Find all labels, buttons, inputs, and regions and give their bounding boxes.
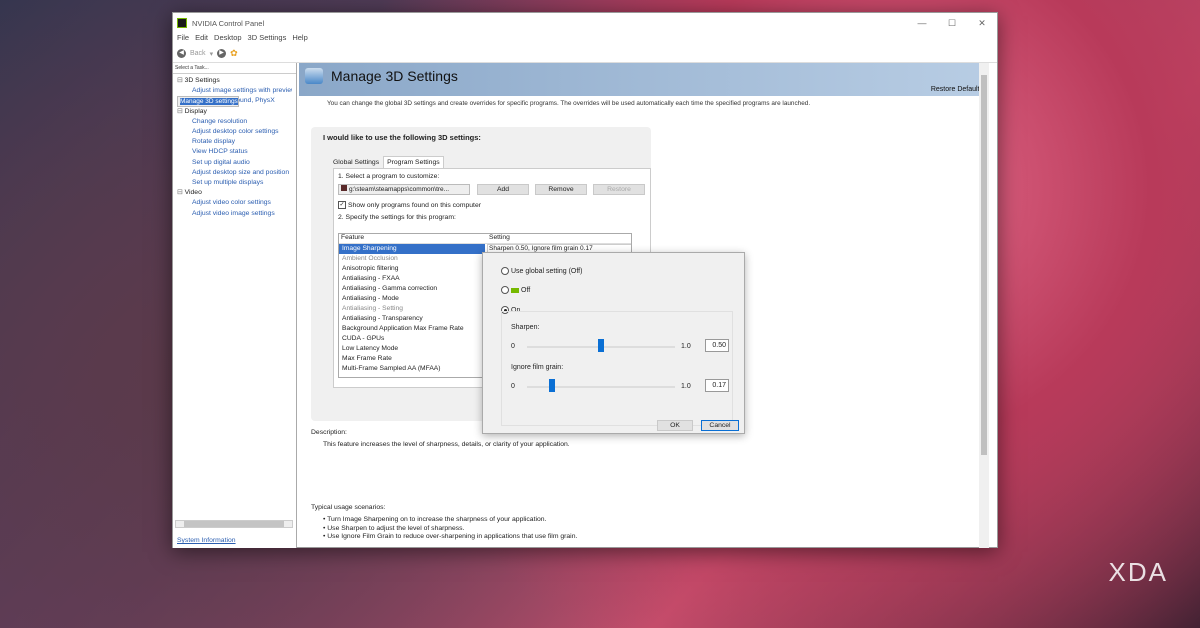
- menu-desktop[interactable]: Desktop: [214, 33, 242, 45]
- back-button[interactable]: Back: [190, 50, 206, 57]
- sidebar-item[interactable]: Adjust video color settings: [177, 198, 292, 208]
- sidebar-item[interactable]: Adjust image settings with preview: [177, 86, 292, 96]
- use-global-label: Use global setting (Off): [511, 267, 583, 275]
- grain-value-input[interactable]: 0.17: [705, 379, 729, 392]
- program-select-value: g:\steam\steamapps\common\tre...: [349, 186, 450, 193]
- program-icon: [341, 185, 347, 191]
- sharpen-min: 0: [511, 343, 515, 350]
- add-button[interactable]: Add: [477, 184, 529, 195]
- description-text: This feature increases the level of shar…: [323, 441, 570, 448]
- program-select[interactable]: g:\steam\steamapps\common\tre...: [338, 184, 470, 195]
- page-intro: You can change the global 3D settings an…: [327, 100, 811, 107]
- title-bar: NVIDIA Control Panel — ☐ ✕: [173, 13, 997, 33]
- nvidia-icon: [511, 287, 519, 293]
- sidebar-item[interactable]: Rotate display: [177, 137, 292, 147]
- system-information-link[interactable]: System Information: [177, 537, 236, 544]
- restore-defaults-link[interactable]: Restore Defaults: [931, 86, 983, 93]
- sharpen-max: 1.0: [681, 343, 691, 350]
- menu-file[interactable]: File: [177, 33, 189, 45]
- window-title: NVIDIA Control Panel: [192, 18, 265, 28]
- restore-button[interactable]: Restore: [593, 184, 645, 195]
- sidebar-item-label: Manage 3D settings: [180, 98, 238, 106]
- tree-group-display[interactable]: Display: [177, 107, 292, 117]
- close-button[interactable]: ✕: [967, 18, 997, 29]
- nvidia-logo-icon: [177, 18, 187, 28]
- minimize-button[interactable]: —: [907, 18, 937, 29]
- usage-label: Typical usage scenarios:: [311, 504, 386, 511]
- back-arrow-icon[interactable]: ◀: [177, 49, 186, 58]
- usage-item: • Use Sharpen to adjust the level of sha…: [323, 524, 465, 532]
- page-title: Manage 3D Settings: [331, 68, 458, 84]
- chevron-down-icon[interactable]: ▾: [210, 50, 214, 58]
- show-only-checkbox[interactable]: ✓: [338, 201, 346, 209]
- menu-edit[interactable]: Edit: [195, 33, 208, 45]
- list-item[interactable]: Image Sharpening: [339, 244, 485, 254]
- sharpen-value-input[interactable]: 0.50: [705, 339, 729, 352]
- sidebar-item[interactable]: Set up digital audio: [177, 158, 292, 168]
- sidebar-horizontal-scrollbar[interactable]: [175, 520, 293, 528]
- menu-3d-settings[interactable]: 3D Settings: [248, 33, 287, 45]
- tree-group-3d-settings[interactable]: 3D Settings: [177, 76, 292, 86]
- setting-dropdown-value: Sharpen 0.50, Ignore film grain 0.17: [489, 245, 593, 252]
- step2-label: 2. Specify the settings for this program…: [338, 214, 456, 221]
- step1-label: 1. Select a program to customize:: [338, 173, 440, 180]
- ok-button[interactable]: OK: [657, 420, 693, 431]
- off-label: Off: [521, 286, 531, 294]
- sidebar-item[interactable]: Change resolution: [177, 117, 292, 127]
- toolbar: ◀ Back ▾ ▶ ✿: [173, 45, 997, 63]
- sidebar-item[interactable]: View HDCP status: [177, 147, 292, 157]
- home-icon[interactable]: ✿: [230, 48, 238, 59]
- page-header: Manage 3D Settings Restore Defaults: [299, 63, 989, 96]
- off-radio[interactable]: [501, 286, 509, 294]
- grain-label: Ignore film grain:: [511, 364, 564, 371]
- show-only-label: Show only programs found on this compute…: [348, 201, 481, 209]
- sidebar-item[interactable]: Adjust video image settings: [177, 209, 292, 219]
- image-sharpening-popup: Use global setting (Off) Off On Sharpen:…: [482, 252, 745, 434]
- sidebar-header: Select a Task...: [173, 63, 296, 74]
- grain-min: 0: [511, 383, 515, 390]
- main-vertical-scrollbar[interactable]: [979, 63, 989, 548]
- sidebar-item[interactable]: Adjust desktop size and position: [177, 168, 292, 178]
- grain-max: 1.0: [681, 383, 691, 390]
- cancel-button[interactable]: Cancel: [701, 420, 739, 431]
- task-sidebar: Select a Task... 3D Settings Adjust imag…: [173, 63, 297, 548]
- description-label: Description:: [311, 429, 347, 436]
- xda-watermark: XDA: [1108, 557, 1168, 587]
- grain-slider-thumb[interactable]: [549, 379, 556, 392]
- menu-bar: File Edit Desktop 3D Settings Help: [173, 33, 997, 45]
- tree-group-video[interactable]: Video: [177, 188, 292, 198]
- sharpen-label: Sharpen:: [511, 324, 540, 331]
- column-feature: Feature: [341, 234, 365, 241]
- usage-item: • Use Ignore Film Grain to reduce over-s…: [323, 533, 578, 540]
- forward-arrow-icon[interactable]: ▶: [217, 49, 227, 58]
- maximize-button[interactable]: ☐: [937, 18, 967, 29]
- column-setting: Setting: [489, 234, 510, 241]
- menu-help[interactable]: Help: [292, 33, 307, 45]
- sidebar-item[interactable]: Adjust desktop color settings: [177, 127, 292, 137]
- usage-item: • Turn Image Sharpening on to increase t…: [323, 516, 547, 523]
- 3d-settings-icon: [305, 68, 323, 84]
- use-global-radio[interactable]: [501, 267, 509, 275]
- sharpen-slider-thumb[interactable]: [598, 339, 604, 352]
- panel-title: I would like to use the following 3D set…: [323, 133, 481, 142]
- sidebar-item[interactable]: Set up multiple displays: [177, 178, 292, 188]
- sidebar-item-selected[interactable]: Manage 3D settings: [177, 96, 239, 108]
- remove-button[interactable]: Remove: [535, 184, 587, 195]
